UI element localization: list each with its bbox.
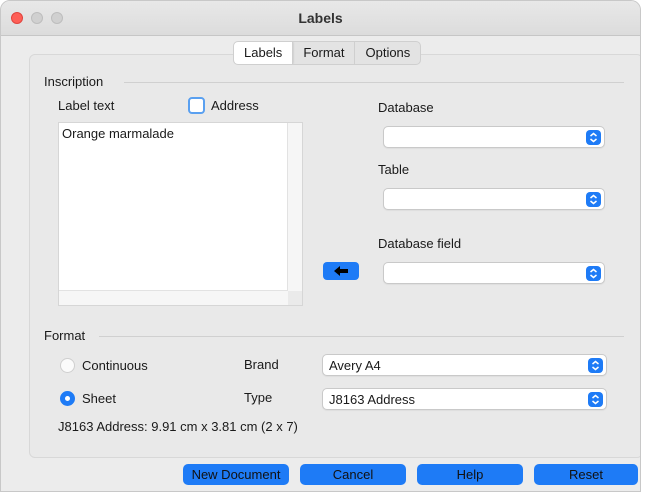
label-format-summary: J8163 Address: 9.91 cm x 3.81 cm (2 x 7) xyxy=(58,419,298,434)
insert-field-button[interactable] xyxy=(323,262,359,280)
tab-options[interactable]: Options xyxy=(355,42,420,64)
chevron-updown-icon xyxy=(588,358,603,373)
chevron-updown-icon xyxy=(586,130,601,145)
label-text-caption: Label text xyxy=(58,98,115,113)
scroll-corner xyxy=(288,291,302,305)
inscription-divider xyxy=(124,82,624,83)
format-divider xyxy=(99,336,624,337)
labels-dialog: Labels Labels Format Options Inscription… xyxy=(0,0,641,492)
database-label: Database xyxy=(378,100,434,115)
continuous-radio-label[interactable]: Continuous xyxy=(82,358,148,373)
type-select[interactable]: J8163 Address xyxy=(322,388,607,410)
tab-labels[interactable]: Labels xyxy=(234,42,294,64)
brand-select[interactable]: Avery A4 xyxy=(322,354,607,376)
new-document-button[interactable]: New Document xyxy=(183,464,289,485)
tab-bar: Labels Format Options xyxy=(233,41,422,65)
brand-select-value: Avery A4 xyxy=(329,358,381,373)
chevron-updown-icon xyxy=(586,192,601,207)
format-section-label: Format xyxy=(44,328,86,343)
title-bar[interactable]: Labels xyxy=(1,1,640,36)
table-select[interactable] xyxy=(383,188,605,210)
address-checkbox[interactable] xyxy=(188,97,205,114)
sheet-radio[interactable] xyxy=(60,391,75,406)
label-text-horizontal-scrollbar[interactable] xyxy=(59,290,288,305)
label-text-vertical-scrollbar[interactable] xyxy=(287,123,302,291)
inscription-section-label: Inscription xyxy=(44,74,104,89)
table-label: Table xyxy=(378,162,410,177)
label-text-value: Orange marmalade xyxy=(62,126,174,141)
help-button[interactable]: Help xyxy=(417,464,523,485)
type-label: Type xyxy=(244,390,273,405)
window-title: Labels xyxy=(298,10,343,26)
chevron-updown-icon xyxy=(588,392,603,407)
brand-label: Brand xyxy=(244,357,279,372)
label-text-area[interactable]: Orange marmalade xyxy=(58,122,303,306)
type-select-value: J8163 Address xyxy=(329,392,416,407)
database-select[interactable] xyxy=(383,126,605,148)
database-field-label: Database field xyxy=(378,236,462,251)
cancel-button[interactable]: Cancel xyxy=(300,464,406,485)
continuous-radio[interactable] xyxy=(60,358,75,373)
address-checkbox-label[interactable]: Address xyxy=(211,98,259,113)
tab-format[interactable]: Format xyxy=(293,42,356,64)
reset-button[interactable]: Reset xyxy=(534,464,638,485)
left-arrow-icon xyxy=(334,266,348,276)
database-field-select[interactable] xyxy=(383,262,605,284)
sheet-radio-label[interactable]: Sheet xyxy=(82,391,116,406)
chevron-updown-icon xyxy=(586,266,601,281)
